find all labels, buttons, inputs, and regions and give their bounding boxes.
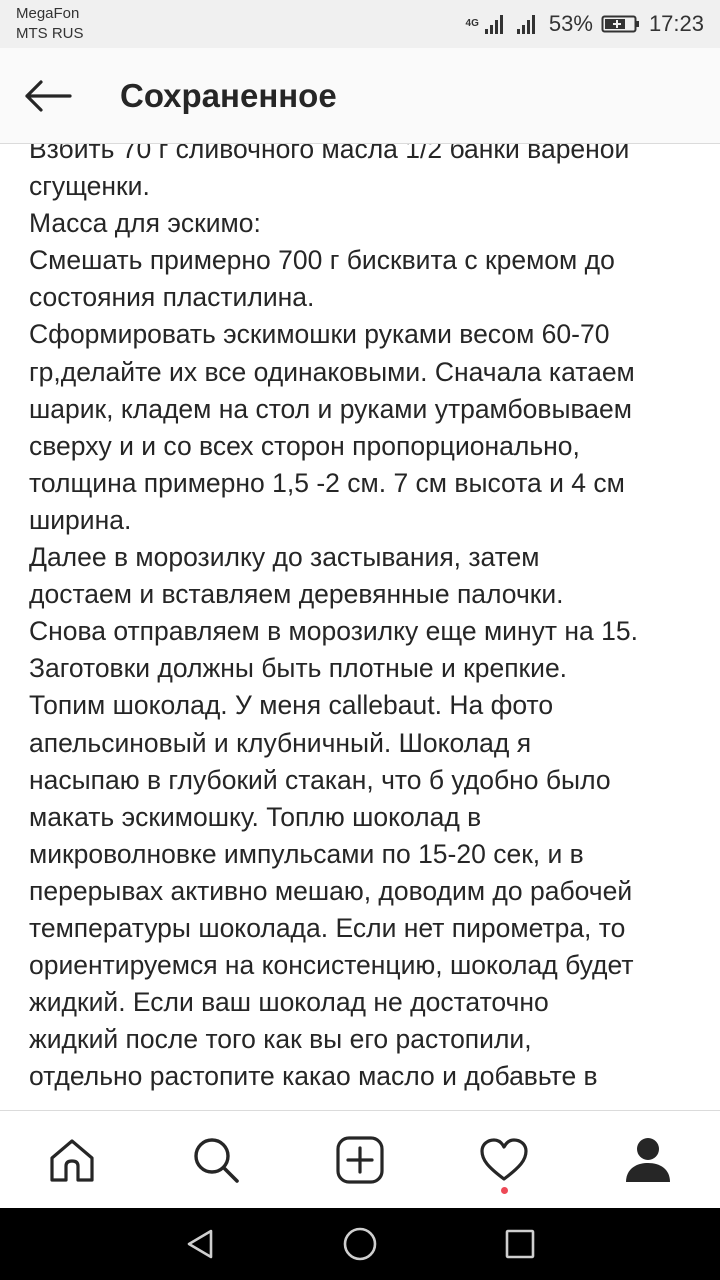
carrier-secondary: MTS RUS — [16, 25, 84, 42]
caption-line: жидкий. Если ваш шоколад не достаточно — [29, 987, 549, 1018]
carrier-info: MegaFon MTS RUS — [16, 4, 84, 44]
new-post-icon — [336, 1136, 384, 1184]
caption-line: сгущенки. — [29, 171, 150, 202]
back-button[interactable] — [20, 74, 76, 118]
caption-line: Заготовки должны быть плотные и крепкие. — [29, 653, 568, 684]
caption-line: насыпаю в глубокий стакан, что б удобно … — [29, 764, 611, 795]
post-caption: Взбить 70 г сливочного масла 1/2 банки в… — [29, 144, 699, 1110]
network-type: 4G — [465, 18, 479, 29]
caption-line: Взбить 70 г сливочного масла 1/2 банки в… — [29, 144, 630, 164]
system-nav-bar — [0, 1208, 720, 1280]
clock: 17:23 — [648, 11, 704, 36]
system-home-button[interactable] — [338, 1222, 382, 1266]
nav-home[interactable] — [24, 1111, 120, 1209]
caption-line: отдельно растопите какао масло и добавьт… — [29, 1061, 598, 1092]
caption-line: жидкий после того как вы его растопили, — [29, 1024, 532, 1055]
caption-line: достаем и вставляем деревянные палочки. — [29, 579, 564, 610]
notification-dot — [501, 1187, 508, 1194]
caption-line: Масса для эскимо: — [29, 208, 261, 239]
back-triangle-icon — [187, 1229, 213, 1259]
caption-line: Сформировать эскимошки руками весом 60-7… — [29, 319, 610, 350]
arrow-left-icon — [25, 80, 72, 112]
caption-line: Далее в морозилку до застывания, затем — [29, 542, 540, 573]
caption-line: ширина. — [29, 504, 132, 535]
caption-line: ориентируемся на консистенцию, шоколад б… — [29, 950, 634, 981]
home-icon — [50, 1139, 94, 1182]
caption-line: Смешать примерно 700 г бисквита с кремом… — [29, 245, 615, 276]
nav-activity[interactable] — [456, 1111, 552, 1209]
bottom-nav — [0, 1110, 720, 1208]
recents-square-icon — [505, 1229, 535, 1259]
caption-line: перерывах активно мешаю, доводим до рабо… — [29, 875, 633, 906]
app-header: Сохраненное — [0, 48, 720, 144]
caption-line: состояния пластилина. — [29, 282, 315, 313]
caption-text: Взбить 70 г сливочного масла 1/2 банки в… — [29, 144, 699, 1095]
caption-line: микроволновке импульсами по 15-20 сек, и… — [29, 838, 584, 869]
system-back-button[interactable] — [178, 1222, 222, 1266]
status-bar: MegaFon MTS RUS 4G 53% 17:23 — [0, 0, 720, 48]
caption-line: толщина примерно 1,5 -2 см. 7 см высота … — [29, 467, 625, 498]
nav-profile[interactable] — [600, 1111, 696, 1209]
status-indicators: 4G 53% 17:23 — [466, 0, 704, 48]
caption-line: макать эскимошку. Топлю шоколад в — [29, 801, 482, 832]
carrier-primary: MegaFon — [16, 5, 80, 22]
battery-charging-icon — [601, 15, 639, 33]
signal-4g-icon — [484, 15, 503, 34]
caption-line: Снова отправляем в морозилку еще минут н… — [29, 616, 638, 647]
battery-percent: 53% — [548, 11, 593, 36]
caption-line: Топим шоколад. У меня callebaut. На фото — [29, 690, 554, 721]
activity-heart-icon — [480, 1138, 528, 1181]
profile-icon — [626, 1138, 670, 1182]
caption-line: температуры шоколада. Если нет пирометра… — [29, 912, 626, 943]
nav-new-post[interactable] — [312, 1111, 408, 1209]
page-title: Сохраненное — [120, 77, 337, 114]
system-recents-button[interactable] — [498, 1222, 542, 1266]
search-icon — [194, 1138, 239, 1183]
caption-line: гр,делайте их все одинаковыми. Сначала к… — [29, 356, 635, 387]
caption-line: шарик, кладем на стол и руками утрамбовы… — [29, 393, 632, 424]
caption-line: сверху и и со всех сторон пропорциональн… — [29, 430, 580, 461]
signal-icon — [516, 15, 535, 34]
home-circle-icon — [343, 1227, 377, 1261]
caption-line: апельсиновый и клубничный. Шоколад я — [29, 727, 532, 758]
nav-search[interactable] — [168, 1111, 264, 1209]
